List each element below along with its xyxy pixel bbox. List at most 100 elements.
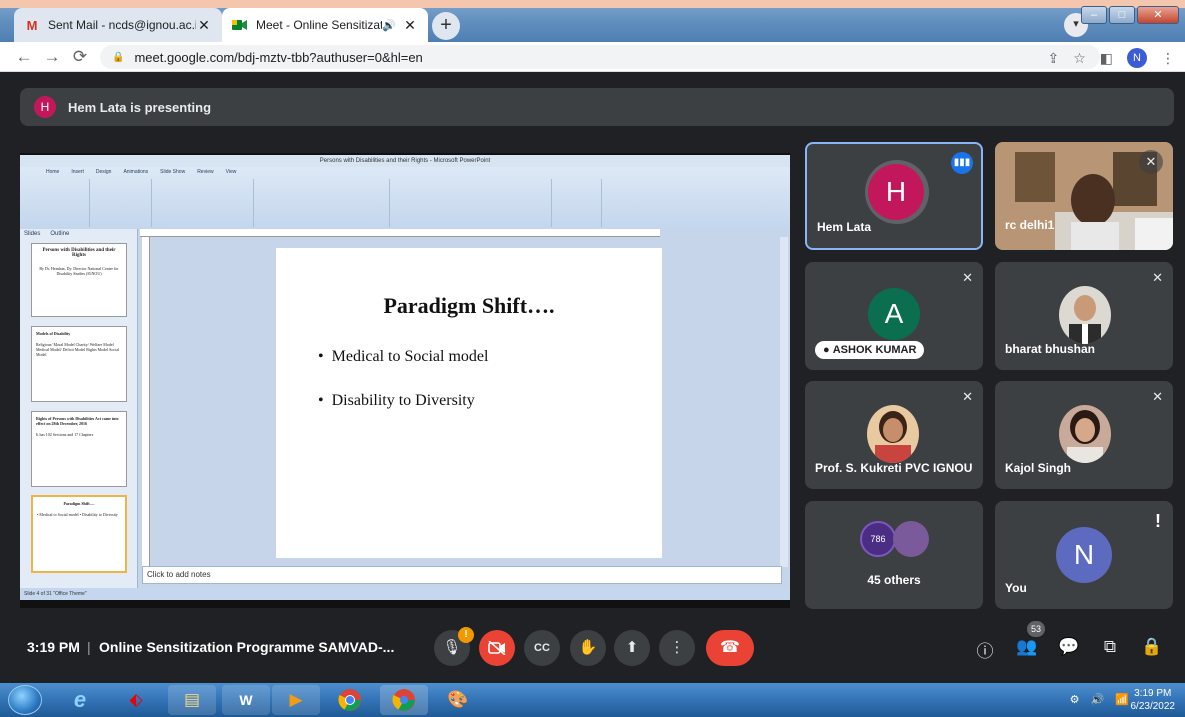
powerpoint-icon[interactable]: ▶ bbox=[272, 685, 320, 715]
tab-gmail[interactable]: M Sent Mail - ncds@ignou.ac.in - I ✕ bbox=[14, 8, 222, 42]
profile-avatar[interactable]: N bbox=[1127, 48, 1147, 68]
participant-tile[interactable]: ✕ Kajol Singh bbox=[995, 381, 1173, 489]
participant-tile[interactable]: ✕ A ● ASHOK KUMAR bbox=[805, 262, 983, 370]
word-icon[interactable]: W bbox=[222, 685, 270, 715]
slide-bullet: • Medical to Social model bbox=[318, 348, 489, 365]
sidepanel-icon[interactable]: ◧ bbox=[1100, 50, 1113, 67]
alert-icon: ! bbox=[1155, 511, 1161, 531]
chat-icon[interactable]: 💬 bbox=[1058, 637, 1080, 657]
start-button[interactable] bbox=[8, 685, 42, 715]
close-icon[interactable]: ✕ bbox=[196, 17, 212, 34]
tab-meet[interactable]: Meet - Online Sensitization I 🔊 ✕ bbox=[222, 8, 428, 42]
participant-tile[interactable]: ✕ Prof. S. Kukreti PVC IGNOU bbox=[805, 381, 983, 489]
chrome-profile-icon[interactable] bbox=[380, 685, 428, 715]
ribbon-tab: View bbox=[225, 169, 237, 175]
pdf-icon[interactable]: ⬖ bbox=[112, 685, 160, 715]
windows-taskbar: e ⬖ ▤ W ▶ 🎨 ⚙ 🔊 📶 3:19 PM 6/23/2022 bbox=[0, 683, 1185, 717]
host-controls-icon[interactable]: 🔒 bbox=[1141, 637, 1163, 657]
shared-screen[interactable]: Persons with Disabilities and their Righ… bbox=[20, 153, 790, 608]
avatar bbox=[893, 521, 929, 557]
close-icon[interactable]: ✕ bbox=[402, 17, 418, 34]
captions-button[interactable]: CC bbox=[524, 630, 560, 666]
participant-tile[interactable]: ✕ bharat bhushan bbox=[995, 262, 1173, 370]
participant-name: ASHOK KUMAR bbox=[832, 344, 917, 356]
chrome-icon[interactable] bbox=[326, 685, 374, 715]
minimize-button[interactable]: – bbox=[1081, 6, 1107, 24]
ribbon-tab: Insert bbox=[71, 169, 84, 175]
slide-thumbnail[interactable]: Persons with Disabilities and their Righ… bbox=[31, 243, 127, 317]
lock-icon[interactable]: 🔒 bbox=[112, 52, 124, 63]
share-icon[interactable]: ⇪ bbox=[1047, 50, 1059, 67]
toolbar-right: ⇪ ☆ ◧ N ⋮ bbox=[1047, 48, 1175, 68]
participant-name: rc delhi1 bbox=[1005, 218, 1055, 232]
ppt-window-title: Persons with Disabilities and their Righ… bbox=[20, 155, 790, 167]
ppt-ribbon: Home Insert Design Animations Slide Show… bbox=[20, 167, 790, 229]
participant-tile[interactable]: H ▮▮▮ Hem Lata bbox=[805, 142, 983, 250]
meeting-time: 3:19 PM bbox=[27, 639, 80, 655]
explorer-icon[interactable]: ▤ bbox=[168, 685, 216, 715]
slide-thumbnail[interactable]: Rights of Persons with Disabilities Act … bbox=[31, 411, 127, 487]
thumb-body: Religious/ Moral Model Charity/ Welfare … bbox=[36, 342, 120, 357]
control-bar: 3:19 PM | Online Sensitization Programme… bbox=[0, 617, 1185, 683]
thumb-title: Models of Disability bbox=[36, 331, 71, 336]
new-tab-button[interactable]: + bbox=[432, 12, 460, 40]
pane-tabs: Slides Outline bbox=[20, 229, 137, 239]
meet-area: H Hem Lata is presenting Persons with Di… bbox=[0, 72, 1185, 683]
reload-button[interactable]: ⟳ bbox=[66, 47, 94, 67]
ribbon-group bbox=[24, 179, 90, 227]
participant-name: Prof. S. Kukreti PVC IGNOU bbox=[815, 461, 973, 475]
raise-hand-button[interactable]: ✋ bbox=[570, 630, 606, 666]
others-tile[interactable]: 786 45 others bbox=[805, 501, 983, 609]
camera-off-button[interactable] bbox=[479, 630, 515, 666]
people-icon[interactable]: 👥 bbox=[1016, 637, 1038, 657]
vertical-ruler bbox=[142, 237, 150, 567]
leave-call-button[interactable]: ☎ bbox=[706, 630, 754, 666]
maximize-button[interactable]: □ bbox=[1109, 6, 1135, 24]
network-icon[interactable]: ⚙ bbox=[1070, 694, 1084, 706]
mic-off-icon: ✕ bbox=[1152, 270, 1163, 285]
ribbon-tabs: Home Insert Design Animations Slide Show… bbox=[20, 167, 790, 177]
participant-name: You bbox=[1005, 581, 1027, 595]
address-bar[interactable]: 🔒 meet.google.com/bdj-mztv-tbb?authuser=… bbox=[100, 45, 1100, 69]
ribbon-group bbox=[92, 179, 152, 227]
slide-title: Paradigm Shift…. bbox=[383, 293, 555, 318]
ie-icon[interactable]: e bbox=[56, 685, 104, 715]
pin-icon: ● bbox=[823, 344, 830, 356]
peach-border bbox=[0, 0, 1185, 8]
participant-tile-self[interactable]: ! N You bbox=[995, 501, 1173, 609]
slide-thumbnail[interactable]: Models of Disability Religious/ Moral Mo… bbox=[31, 326, 127, 402]
more-options-button[interactable]: ⋮ bbox=[659, 630, 695, 666]
paint-icon[interactable]: 🎨 bbox=[434, 685, 482, 715]
meet-icon bbox=[232, 17, 248, 33]
ppt-scrollbar[interactable] bbox=[780, 237, 788, 567]
notes-pane[interactable]: Click to add notes bbox=[142, 566, 782, 584]
pane-tab[interactable]: Outline bbox=[50, 231, 69, 237]
speaker-icon[interactable]: 🔊 bbox=[382, 19, 396, 32]
info-icon[interactable]: ⓘ bbox=[974, 637, 996, 662]
volume-icon[interactable]: 🔊 bbox=[1091, 694, 1109, 706]
activities-icon[interactable]: ⧉ bbox=[1099, 637, 1121, 657]
speaking-icon: ▮▮▮ bbox=[951, 152, 973, 174]
ribbon-group bbox=[392, 179, 552, 227]
bullet-text: Disability to Diversity bbox=[331, 392, 475, 409]
bullet-text: Medical to Social model bbox=[331, 348, 489, 365]
slide-thumbnail-selected[interactable]: Paradigm Shift…. • Medical to Social mod… bbox=[31, 495, 127, 573]
meeting-title: Online Sensitization Programme SAMVAD-..… bbox=[99, 639, 395, 655]
pane-tab[interactable]: Slides bbox=[24, 231, 40, 237]
window-close-button[interactable]: ✕ bbox=[1137, 6, 1179, 24]
present-button[interactable]: ⬆ bbox=[614, 630, 650, 666]
participant-name: 45 others bbox=[867, 573, 921, 587]
star-icon[interactable]: ☆ bbox=[1073, 50, 1086, 67]
participant-tile[interactable]: ✕ rc delhi1 bbox=[995, 142, 1173, 250]
ribbon-tab: Home bbox=[46, 169, 60, 175]
system-clock[interactable]: 3:19 PM 6/23/2022 bbox=[1131, 687, 1176, 713]
menu-icon[interactable]: ⋮ bbox=[1161, 50, 1175, 67]
tab-title: Meet - Online Sensitization I bbox=[256, 18, 383, 32]
forward-button[interactable]: → bbox=[38, 47, 66, 67]
thumb-title: Rights of Persons with Disabilities Act … bbox=[36, 416, 119, 426]
avatar: 786 bbox=[860, 521, 896, 557]
system-tray: ⚙ 🔊 📶 bbox=[1070, 693, 1133, 706]
current-slide[interactable]: Paradigm Shift…. • Medical to Social mod… bbox=[276, 248, 662, 558]
back-button[interactable]: ← bbox=[10, 47, 38, 67]
participant-name: Kajol Singh bbox=[1005, 461, 1071, 475]
